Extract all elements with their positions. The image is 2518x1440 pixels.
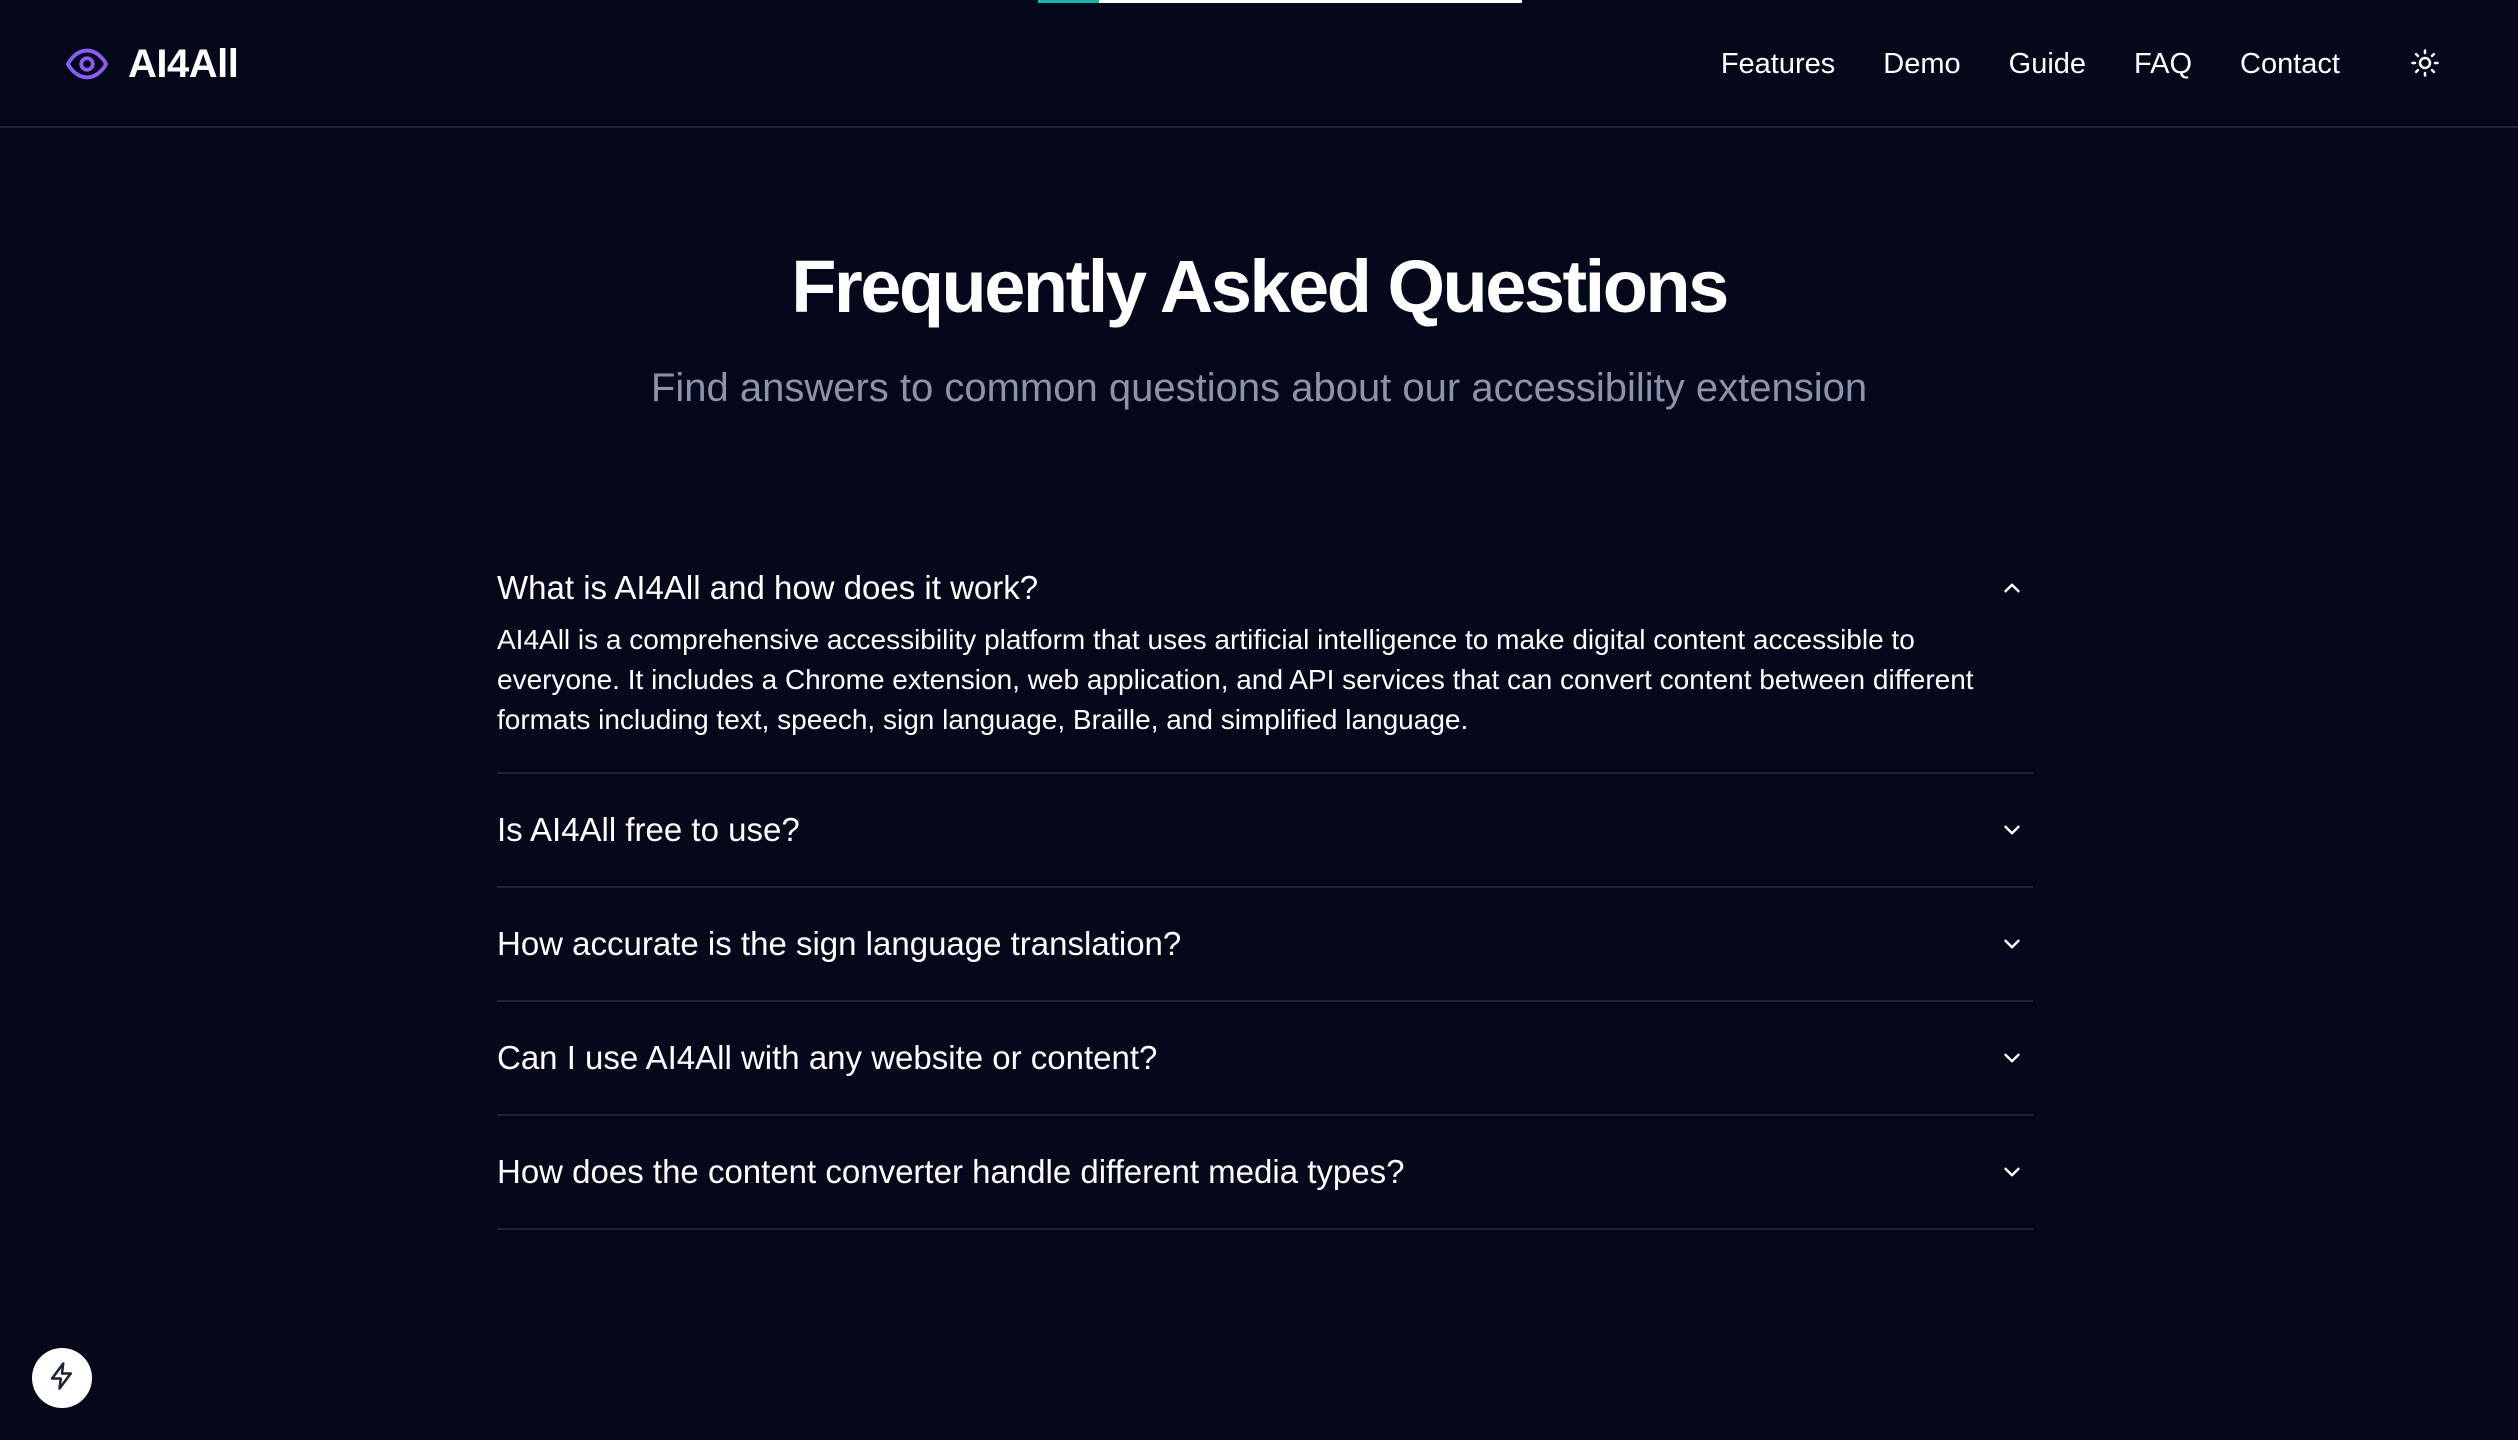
nav-link-contact[interactable]: Contact	[2240, 48, 2340, 81]
faq-item: Is AI4All free to use?	[497, 774, 2033, 888]
faq-question-toggle[interactable]: What is AI4All and how does it work?	[497, 546, 2033, 630]
faq-question-text: Is AI4All free to use?	[497, 811, 800, 848]
faq-answer-text: AI4All is a comprehensive accessibility …	[497, 624, 1974, 735]
chevron-down-icon	[1997, 1043, 2027, 1073]
chevron-down-icon	[1997, 929, 2027, 959]
faq-question-toggle[interactable]: Can I use AI4All with any website or con…	[497, 1002, 2033, 1114]
faq-question-text: How accurate is the sign language transl…	[497, 925, 1182, 962]
nav-link-faq[interactable]: FAQ	[2134, 48, 2192, 81]
faq-accordion: What is AI4All and how does it work? AI4…	[497, 532, 2033, 1230]
nav-link-features[interactable]: Features	[1721, 48, 1835, 81]
eye-icon	[64, 41, 110, 87]
faq-question-toggle[interactable]: How accurate is the sign language transl…	[497, 888, 2033, 1000]
sun-icon	[2410, 48, 2440, 83]
faq-item: Can I use AI4All with any website or con…	[497, 1002, 2033, 1116]
faq-item: What is AI4All and how does it work? AI4…	[497, 546, 2033, 774]
faq-item: How does the content converter handle di…	[497, 1116, 2033, 1230]
faq-question-text: What is AI4All and how does it work?	[497, 569, 1039, 606]
site-header: AI4All Features Demo Guide FAQ Contact	[0, 0, 2518, 128]
chevron-down-icon	[1997, 1157, 2027, 1187]
brand-logo-link[interactable]: AI4All	[64, 36, 239, 92]
main-nav: Features Demo Guide FAQ Contact	[1721, 38, 2340, 90]
faq-question-text: Can I use AI4All with any website or con…	[497, 1039, 1158, 1076]
faq-item: How accurate is the sign language transl…	[497, 888, 2033, 1002]
page-subtitle: Find answers to common questions about o…	[650, 366, 1868, 410]
dev-tools-button[interactable]	[32, 1348, 92, 1408]
brand-name: AI4All	[128, 41, 239, 86]
faq-question-text: How does the content converter handle di…	[497, 1153, 1405, 1190]
page-title: Frequently Asked Questions	[791, 245, 1729, 328]
nav-link-demo[interactable]: Demo	[1883, 48, 1960, 81]
chevron-up-icon	[1997, 573, 2027, 603]
faq-question-toggle[interactable]: Is AI4All free to use?	[497, 774, 2033, 886]
faq-question-toggle[interactable]: How does the content converter handle di…	[497, 1116, 2033, 1228]
chevron-down-icon	[1997, 815, 2027, 845]
theme-toggle-button[interactable]	[2400, 40, 2450, 90]
nav-link-guide[interactable]: Guide	[2009, 48, 2086, 81]
lightning-bolt-icon	[47, 1361, 77, 1396]
